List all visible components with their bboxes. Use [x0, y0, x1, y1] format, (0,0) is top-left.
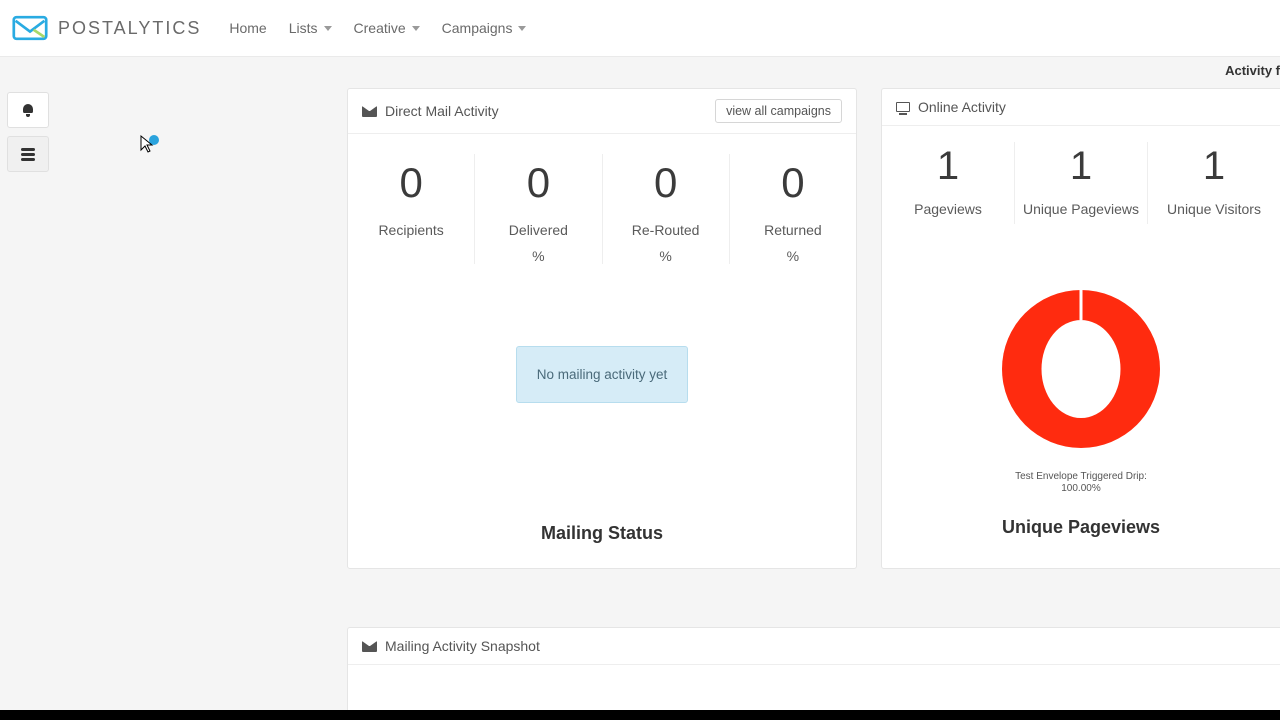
stat-rerouted-label: Re-Routed	[607, 222, 725, 238]
stat-delivered: 0 Delivered %	[475, 154, 602, 264]
stat-returned-value: 0	[734, 162, 852, 204]
envelope-icon	[362, 106, 377, 117]
stat-recipients: 0 Recipients	[348, 154, 475, 264]
mouse-cursor-icon	[139, 134, 161, 156]
donut-legend-value: 100.00%	[1061, 483, 1100, 494]
nav-home-label: Home	[229, 20, 266, 36]
direct-mail-panel: Direct Mail Activity view all campaigns …	[347, 88, 857, 569]
chevron-down-icon	[518, 26, 526, 31]
stat-delivered-value: 0	[479, 162, 597, 204]
online-activity-header: Online Activity	[882, 89, 1280, 126]
side-rail	[7, 92, 49, 172]
envelope-logo-icon	[12, 13, 48, 43]
stat-delivered-label: Delivered	[479, 222, 597, 238]
stat-returned: 0 Returned %	[730, 154, 856, 264]
online-activity-title: Online Activity	[918, 99, 1006, 115]
online-activity-panel: Online Activity 1 Pageviews 1 Unique Pag…	[881, 88, 1280, 569]
bottom-strip	[0, 710, 1280, 720]
main-nav: Home Lists Creative Campaigns	[225, 14, 530, 42]
donut-slice-divider	[1080, 290, 1083, 320]
nav-creative-label: Creative	[354, 20, 406, 36]
donut-chart-icon	[1002, 290, 1160, 448]
monitor-icon	[896, 102, 910, 112]
nav-lists-label: Lists	[289, 20, 318, 36]
stat-returned-label: Returned	[734, 222, 852, 238]
stat-unique-visitors: 1 Unique Visitors	[1148, 142, 1280, 224]
stat-returned-pct: %	[734, 248, 852, 264]
data-stack-button[interactable]	[7, 136, 49, 172]
donut-title: Unique Pageviews	[882, 517, 1280, 538]
stat-rerouted-value: 0	[607, 162, 725, 204]
mailing-status-title: Mailing Status	[348, 523, 856, 544]
activity-banner: Activity f	[0, 57, 1280, 85]
stack-icon	[21, 147, 35, 161]
direct-mail-title: Direct Mail Activity	[385, 103, 499, 119]
stat-unique-visitors-label: Unique Visitors	[1152, 200, 1276, 218]
chevron-down-icon	[324, 26, 332, 31]
mailing-snapshot-panel: Mailing Activity Snapshot	[347, 627, 1280, 716]
direct-mail-header: Direct Mail Activity view all campaigns	[348, 89, 856, 134]
stat-recipients-label: Recipients	[352, 222, 470, 238]
top-navbar: POSTALYTICS Home Lists Creative Campaign…	[0, 0, 1280, 57]
brand-logo[interactable]: POSTALYTICS	[12, 13, 201, 43]
stat-pageviews: 1 Pageviews	[882, 142, 1015, 224]
notifications-button[interactable]	[7, 92, 49, 128]
stat-unique-pageviews-value: 1	[1019, 146, 1143, 186]
nav-lists[interactable]: Lists	[285, 14, 336, 42]
donut-legend-name: Test Envelope Triggered Drip:	[1015, 471, 1147, 482]
stat-rerouted: 0 Re-Routed %	[603, 154, 730, 264]
bell-icon	[21, 103, 35, 117]
donut-legend: Test Envelope Triggered Drip: 100.00%	[882, 471, 1280, 495]
mailing-snapshot-header: Mailing Activity Snapshot	[348, 628, 1280, 665]
nav-campaigns[interactable]: Campaigns	[438, 14, 531, 42]
stat-unique-pageviews-label: Unique Pageviews	[1019, 200, 1143, 218]
direct-mail-stats: 0 Recipients 0 Delivered % 0 Re-Routed %…	[348, 134, 856, 276]
unique-pageviews-chart: Test Envelope Triggered Drip: 100.00% Un…	[882, 290, 1280, 538]
stat-unique-visitors-value: 1	[1152, 146, 1276, 186]
dashboard-content: Direct Mail Activity view all campaigns …	[347, 88, 1280, 569]
stat-rerouted-pct: %	[607, 248, 725, 264]
stat-unique-pageviews: 1 Unique Pageviews	[1015, 142, 1148, 224]
nav-home[interactable]: Home	[225, 14, 270, 42]
nav-creative[interactable]: Creative	[350, 14, 424, 42]
brand-name: POSTALYTICS	[58, 18, 201, 39]
stat-recipients-value: 0	[352, 162, 470, 204]
chevron-down-icon	[412, 26, 420, 31]
stat-pageviews-label: Pageviews	[886, 200, 1010, 218]
envelope-icon	[362, 641, 377, 652]
online-stats: 1 Pageviews 1 Unique Pageviews 1 Unique …	[882, 126, 1280, 240]
mailing-snapshot-title: Mailing Activity Snapshot	[385, 638, 540, 654]
stat-delivered-pct: %	[479, 248, 597, 264]
stat-pageviews-value: 1	[886, 146, 1010, 186]
no-mailing-activity-notice: No mailing activity yet	[516, 346, 688, 403]
nav-campaigns-label: Campaigns	[442, 20, 513, 36]
view-all-campaigns-button[interactable]: view all campaigns	[715, 99, 842, 123]
